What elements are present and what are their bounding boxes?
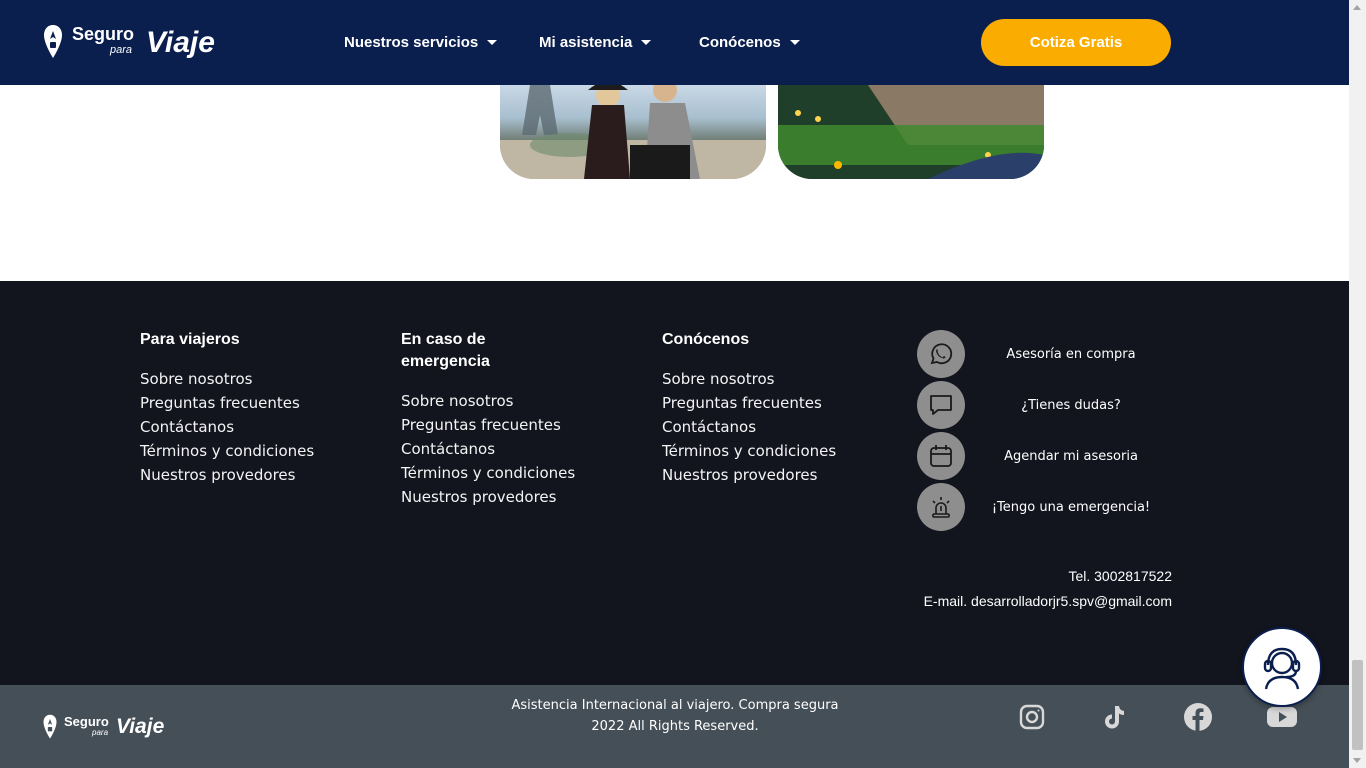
calendar-icon (917, 432, 965, 480)
brand-word-viaje: Viaje (146, 26, 215, 59)
brand-word-para: para (110, 44, 133, 56)
support-chat-button[interactable] (1242, 627, 1322, 707)
nav-conocenos[interactable]: Conócenos (699, 0, 800, 85)
footer-column-conocenos: Conócenos Sobre nosotros Preguntas frecu… (662, 329, 862, 487)
footer-link-sobre-nosotros[interactable]: Sobre nosotros (401, 389, 531, 413)
footer-link-terminos[interactable]: Términos y condiciones (662, 439, 862, 463)
paris-couple-photo (500, 85, 766, 179)
chevron-down-icon (641, 40, 652, 45)
footer-link-sobre-nosotros[interactable]: Sobre nosotros (662, 367, 862, 391)
footer-link-preguntas-frecuentes[interactable]: Preguntas frecuentes (662, 391, 862, 415)
brand-wordmark: Seguro para Viaje (64, 712, 170, 742)
page-scrollbar[interactable] (1349, 0, 1366, 768)
footer-link-provedores[interactable]: Nuestros provedores (401, 485, 556, 509)
footer-link-provedores[interactable]: Nuestros provedores (662, 463, 862, 487)
contact-asesoria-compra[interactable]: Asesoría en compra (917, 330, 1177, 378)
footer-link-contactanos[interactable]: Contáctanos (662, 415, 862, 439)
contact-label: ¿Tienes dudas? (1021, 397, 1121, 413)
contact-label: Agendar mi asesoria (1004, 448, 1138, 464)
chat-bubble-icon (917, 381, 965, 429)
brand-word-para: para (92, 728, 109, 737)
brand-wordmark: Seguro para Viaje (72, 22, 222, 62)
copyright-line: 2022 All Rights Reserved. (591, 719, 759, 734)
brand-logo[interactable]: Seguro para Viaje (42, 20, 222, 64)
site-header: Seguro para Viaje Nuestros servicios Mi … (0, 0, 1349, 85)
support-agent-icon (1263, 647, 1301, 690)
siren-icon (917, 483, 965, 531)
contact-label: ¡Tengo una emergencia! (991, 499, 1151, 515)
site-footer: Para viajeros Sobre nosotros Preguntas f… (0, 281, 1349, 685)
footer-link-provedores[interactable]: Nuestros provedores (140, 463, 340, 487)
scrollbar-thumb[interactable] (1352, 660, 1363, 750)
footer-link-preguntas-frecuentes[interactable]: Preguntas frecuentes (401, 413, 561, 437)
footer-column-title: Conócenos (662, 331, 750, 348)
contact-email[interactable]: E-mail. desarrolladorjr5.spv@gmail.com (872, 593, 1172, 609)
bottom-bar: Seguro para Viaje Asistencia Internacion… (0, 685, 1349, 768)
nav-label: Conócenos (699, 34, 781, 51)
travel-pin-icon (44, 25, 62, 58)
footer-column-title: En caso de emergencia (401, 331, 490, 370)
nav-label: Mi asistencia (539, 34, 633, 51)
contact-emergencia[interactable]: ¡Tengo una emergencia! (917, 483, 1177, 531)
footer-column-emergencia: En caso de emergencia Sobre nosotros Pre… (401, 329, 575, 509)
scroll-up-icon[interactable] (1353, 5, 1361, 10)
footer-column-para-viajeros: Para viajeros Sobre nosotros Preguntas f… (140, 329, 340, 487)
nav-nuestros-servicios[interactable]: Nuestros servicios (344, 0, 498, 85)
footer-link-sobre-nosotros[interactable]: Sobre nosotros (140, 367, 340, 391)
instagram-icon[interactable] (1015, 700, 1049, 734)
bottom-brand-logo[interactable]: Seguro para Viaje (42, 712, 170, 742)
footer-link-contactanos[interactable]: Contáctanos (140, 415, 340, 439)
footer-link-terminos[interactable]: Términos y condiciones (401, 461, 575, 485)
contact-tienes-dudas[interactable]: ¿Tienes dudas? (917, 381, 1177, 429)
footer-link-contactanos[interactable]: Contáctanos (401, 437, 531, 461)
contact-label: Asesoría en compra (1006, 346, 1136, 362)
tiktok-icon[interactable] (1097, 700, 1131, 734)
nav-label: Nuestros servicios (344, 34, 479, 51)
nav-mi-asistencia[interactable]: Mi asistencia (539, 0, 652, 85)
footer-column-title: Para viajeros (140, 331, 240, 348)
cotiza-gratis-button[interactable]: Cotiza Gratis (981, 19, 1171, 66)
footer-link-preguntas-frecuentes[interactable]: Preguntas frecuentes (140, 391, 340, 415)
brand-word-viaje: Viaje (116, 715, 165, 738)
chevron-down-icon (487, 40, 498, 45)
brand-word-seguro: Seguro (72, 24, 135, 44)
scroll-down-icon[interactable] (1353, 758, 1361, 763)
copyright-text: Asistencia Internacional al viajero. Com… (500, 695, 850, 737)
footer-link-terminos[interactable]: Términos y condiciones (140, 439, 340, 463)
facebook-icon[interactable] (1181, 700, 1215, 734)
copyright-line: Asistencia Internacional al viajero. Com… (511, 698, 839, 713)
brand-word-seguro: Seguro (64, 714, 109, 729)
whatsapp-icon (917, 330, 965, 378)
fortress-night-photo (778, 85, 1044, 179)
travel-pin-icon (43, 714, 57, 739)
contact-telephone: Tel. 3002817522 (1068, 568, 1172, 584)
chevron-down-icon (789, 40, 800, 45)
contact-agendar-asesoria[interactable]: Agendar mi asesoria (917, 432, 1177, 480)
